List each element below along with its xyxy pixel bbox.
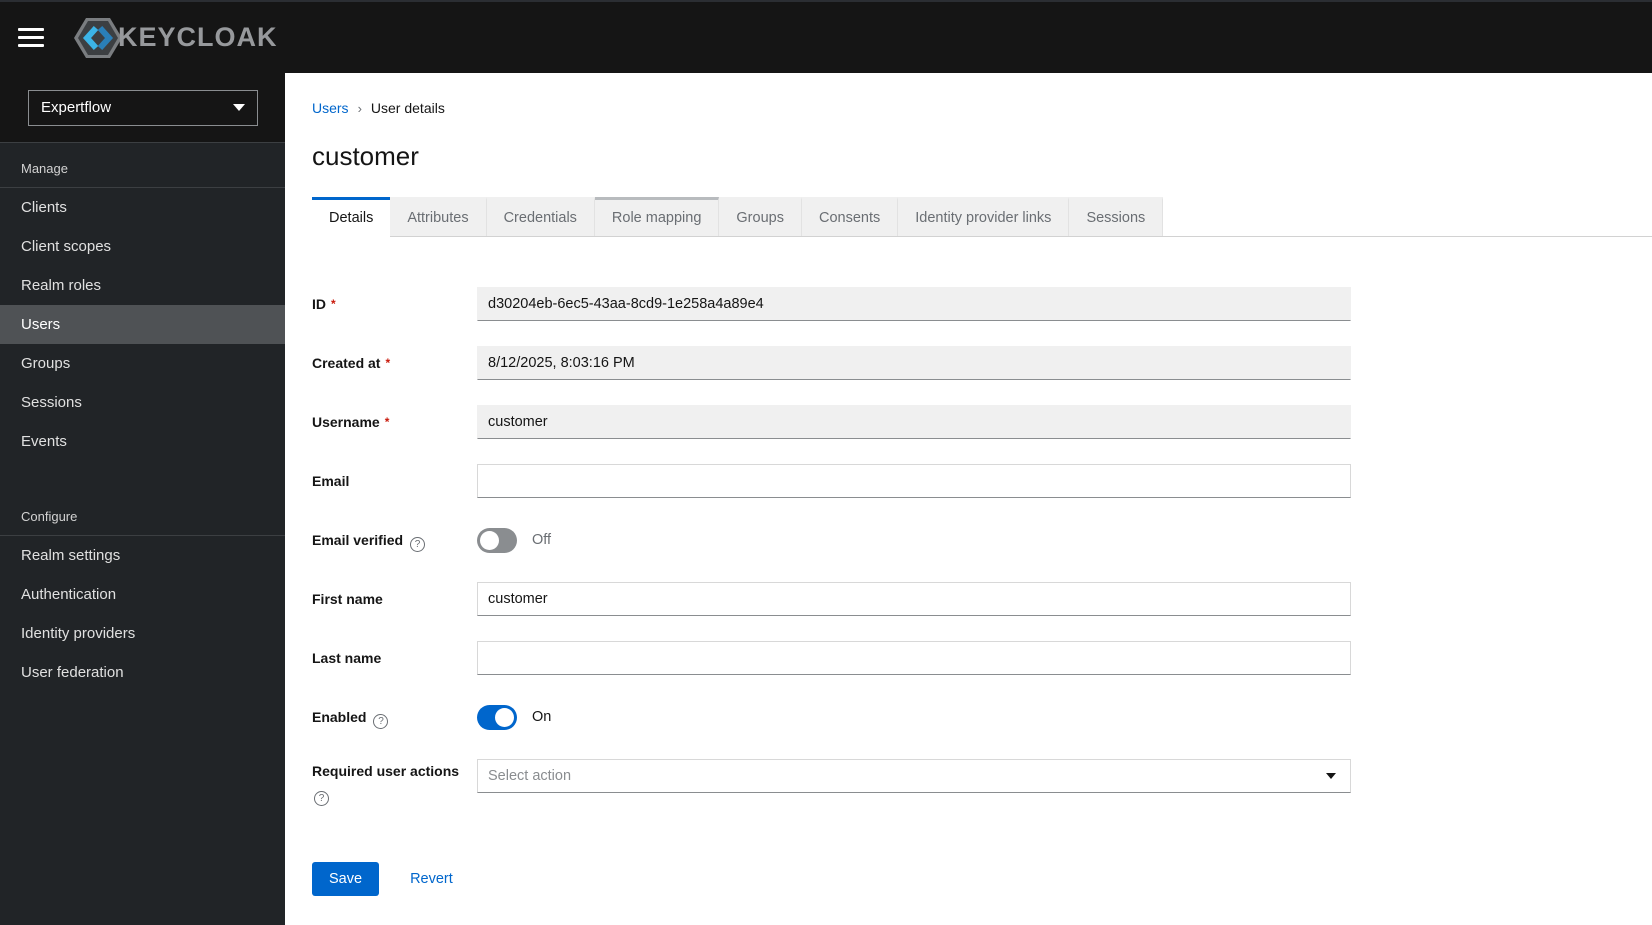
realm-name: Expertflow [41,99,112,116]
required-user-actions-label: Required user actions ? [312,763,460,806]
save-button[interactable]: Save [312,862,380,896]
tab-groups[interactable]: Groups [719,197,802,236]
help-icon[interactable]: ? [314,791,329,806]
toggle-knob [480,530,499,550]
sidebar-item-realm-roles[interactable]: Realm roles [0,266,285,305]
form-row-username: Username * [312,405,1652,439]
select-placeholder: Select action [488,768,572,784]
sidebar-item-sessions[interactable]: Sessions [0,383,285,422]
first-name-field[interactable] [477,582,1351,616]
required-user-actions-select[interactable]: Select action [477,759,1351,793]
enabled-state: On [532,709,552,725]
help-icon[interactable]: ? [373,714,389,729]
enabled-label: Enabled? [312,700,477,734]
breadcrumb-current: User details [370,100,445,116]
help-icon[interactable]: ? [410,537,426,552]
id-label: ID * [312,296,336,312]
nav-section-configure: Configure Realm settings Authentication … [0,491,285,692]
nav-section-title: Configure [0,491,285,536]
required-asterisk: * [385,356,391,370]
sidebar-item-realm-settings[interactable]: Realm settings [0,536,285,575]
nav-section-title: Manage [0,143,285,188]
sidebar-item-clients[interactable]: Clients [0,188,285,227]
id-field [477,287,1351,321]
masthead: KEYCLOAK [0,0,1652,73]
breadcrumb-users-link[interactable]: Users [312,100,349,116]
form-row-id: ID * [312,287,1652,321]
email-verified-toggle[interactable] [477,527,517,553]
email-verified-label: Email verified? [312,523,477,557]
username-field [477,405,1351,439]
toggle-knob [495,707,514,727]
realm-selector-area: Expertflow [0,73,285,143]
breadcrumb: Users › User details [312,100,1652,116]
email-field[interactable] [477,464,1351,498]
tab-identity-provider-links[interactable]: Identity provider links [898,197,1070,236]
sidebar-item-identity-providers[interactable]: Identity providers [0,614,285,653]
form-row-first-name: First name [312,582,1652,616]
email-label: Email [312,473,350,489]
form-row-created-at: Created at * [312,346,1652,380]
form-row-required-user-actions: Required user actions ? Select action [312,759,1652,806]
sidebar-item-client-scopes[interactable]: Client scopes [0,227,285,266]
form-row-enabled: Enabled? On [312,700,1652,734]
chevron-right-icon: › [357,100,362,116]
form-actions: Save Revert [312,862,1652,896]
tab-bar: Details Attributes Credentials Role mapp… [312,197,1652,237]
realm-switcher[interactable]: Expertflow [28,89,258,126]
revert-link[interactable]: Revert [410,871,453,887]
tab-credentials[interactable]: Credentials [486,197,595,236]
form-row-email-verified: Email verified? Off [312,523,1652,557]
sidebar-item-groups[interactable]: Groups [0,344,285,383]
sidebar-item-events[interactable]: Events [0,422,285,461]
enabled-toggle[interactable] [477,704,517,730]
hamburger-menu-icon[interactable] [18,28,44,47]
created-at-label: Created at * [312,355,391,371]
caret-down-icon [1326,773,1336,779]
keycloak-brand[interactable]: KEYCLOAK [72,15,278,61]
keycloak-admin-console: KEYCLOAK Expertflow Manage Clients Clien… [0,0,1652,925]
required-asterisk: * [331,297,336,311]
last-name-field[interactable] [477,641,1351,675]
created-at-field [477,346,1351,380]
brand-text: KEYCLOAK [118,22,278,52]
tab-attributes[interactable]: Attributes [390,197,487,236]
sidebar-item-authentication[interactable]: Authentication [0,575,285,614]
tab-details[interactable]: Details [312,197,391,237]
form-row-last-name: Last name [312,641,1652,675]
nav-section-manage: Manage Clients Client scopes Realm roles… [0,143,285,461]
tab-consents[interactable]: Consents [801,197,899,236]
user-details-form: ID* Created at* Username* [312,287,1652,896]
tab-sessions[interactable]: Sessions [1069,197,1164,236]
required-asterisk: * [384,415,390,429]
form-row-email: Email [312,464,1652,498]
email-verified-state: Off [532,532,552,548]
first-name-label: First name [312,591,383,607]
page-title: customer [312,141,419,171]
last-name-label: Last name [312,650,382,666]
sidebar-item-users[interactable]: Users [0,305,285,344]
keycloak-logo-icon [74,17,122,58]
main-content: Users › User details customer Details At… [285,73,1652,896]
sidebar: Expertflow Manage Clients Client scopes … [0,73,285,925]
sidebar-item-user-federation[interactable]: User federation [0,653,285,692]
chevron-down-icon [233,104,245,111]
username-label: Username * [312,414,390,430]
tab-role-mapping[interactable]: Role mapping [594,197,720,236]
